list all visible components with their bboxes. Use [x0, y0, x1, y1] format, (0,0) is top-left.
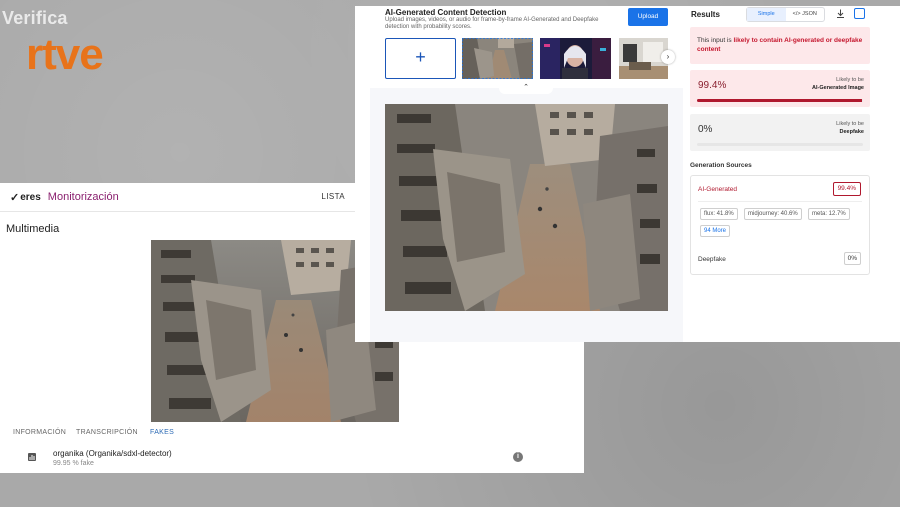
- ai-generated-progress: [697, 99, 863, 102]
- generation-sources-title: Generation Sources: [690, 162, 752, 169]
- add-media-button[interactable]: +: [385, 38, 456, 79]
- rtve-logo: rtve: [26, 30, 104, 79]
- chevron-up-icon[interactable]: ⌃: [499, 82, 553, 94]
- tab-fakes[interactable]: FAKES: [150, 429, 174, 436]
- detector-title: AI-Generated Content Detection: [385, 8, 507, 17]
- deepfake-label: Likely to be Deepfake: [836, 120, 864, 136]
- veres-logo-text: eres: [20, 191, 41, 203]
- detector-subtitle: Upload images, videos, or audio for fram…: [385, 17, 599, 30]
- bar-chart-icon: [28, 453, 36, 461]
- verdict-banner: This input is likely to contain AI-gener…: [690, 27, 870, 64]
- results-panel: Results Simple </> JSON This input is li…: [683, 6, 900, 342]
- ai-generated-label-top: Likely to be: [836, 77, 864, 83]
- detector-score: 99.95 % fake: [53, 460, 94, 467]
- source-chip-flux[interactable]: flux: 41.8%: [700, 208, 738, 220]
- info-icon[interactable]: i: [513, 452, 523, 462]
- deepfake-label-bottom: Deepfake: [839, 129, 864, 135]
- upload-button[interactable]: Upload: [628, 8, 668, 26]
- deepfake-label-top: Likely to be: [836, 121, 864, 127]
- gen-ai-badge: 99.4%: [832, 182, 861, 196]
- source-chip-meta[interactable]: meta: 12.7%: [808, 208, 850, 220]
- ai-generated-score: 99.4%: [698, 80, 727, 91]
- gen-deepfake-badge: 0%: [843, 252, 861, 265]
- ai-generated-score-card: 99.4% Likely to be AI-Generated Image: [690, 70, 870, 107]
- deepfake-score: 0%: [698, 124, 713, 135]
- veres-tabs: INFORMACIÓN TRANSCRIPCIÓN FAKES: [0, 429, 584, 443]
- view-json-button[interactable]: </> JSON: [786, 8, 825, 21]
- source-chip-midjourney[interactable]: midjourney: 40.6%: [744, 208, 802, 220]
- ai-generated-label-bottom: AI-Generated Image: [812, 85, 864, 91]
- deepfake-score-card: 0% Likely to be Deepfake: [690, 114, 870, 151]
- ai-generated-progress-fill: [697, 99, 862, 102]
- generation-sources-card: AI-Generated 99.4% flux: 41.8% midjourne…: [690, 175, 870, 275]
- ai-generated-label: Likely to be AI-Generated Image: [812, 76, 864, 92]
- lista-link[interactable]: LISTA: [321, 192, 345, 201]
- detector-window: AI-Generated Content Detection Upload im…: [355, 6, 900, 342]
- divider: [698, 201, 862, 202]
- detector-name: organika (Organika/sdxl-detector): [53, 449, 172, 458]
- veres-logo[interactable]: ✓ eres: [10, 191, 41, 204]
- gen-deepfake-label: Deepfake: [698, 256, 726, 263]
- verifica-wordmark: Verifica: [2, 8, 68, 28]
- app-title: Monitorización: [47, 191, 119, 203]
- tab-informacion[interactable]: INFORMACIÓN: [13, 429, 66, 436]
- gen-ai-label: AI-Generated: [698, 186, 738, 193]
- verdict-prefix: This input is: [697, 37, 734, 44]
- chevron-right-icon[interactable]: ›: [661, 50, 675, 64]
- tab-transcripcion[interactable]: TRANSCRIPCIÓN: [76, 429, 138, 436]
- results-title: Results: [691, 10, 720, 19]
- view-simple-button[interactable]: Simple: [747, 8, 786, 21]
- thumbnail-rubble[interactable]: [462, 38, 533, 79]
- download-icon[interactable]: [836, 9, 845, 18]
- section-title: Multimedia: [6, 223, 60, 235]
- view-toggle: Simple </> JSON: [746, 7, 825, 22]
- layout-icon[interactable]: [854, 8, 865, 19]
- analyzed-image: [385, 104, 668, 311]
- deepfake-progress: [697, 143, 863, 146]
- checkmark-icon: ✓: [10, 191, 20, 204]
- list-item: organika (Organika/sdxl-detector) 99.95 …: [26, 449, 526, 471]
- more-sources-button[interactable]: 94 More: [700, 225, 731, 237]
- thumbnail-portrait[interactable]: [540, 38, 611, 79]
- plus-icon: +: [415, 47, 426, 67]
